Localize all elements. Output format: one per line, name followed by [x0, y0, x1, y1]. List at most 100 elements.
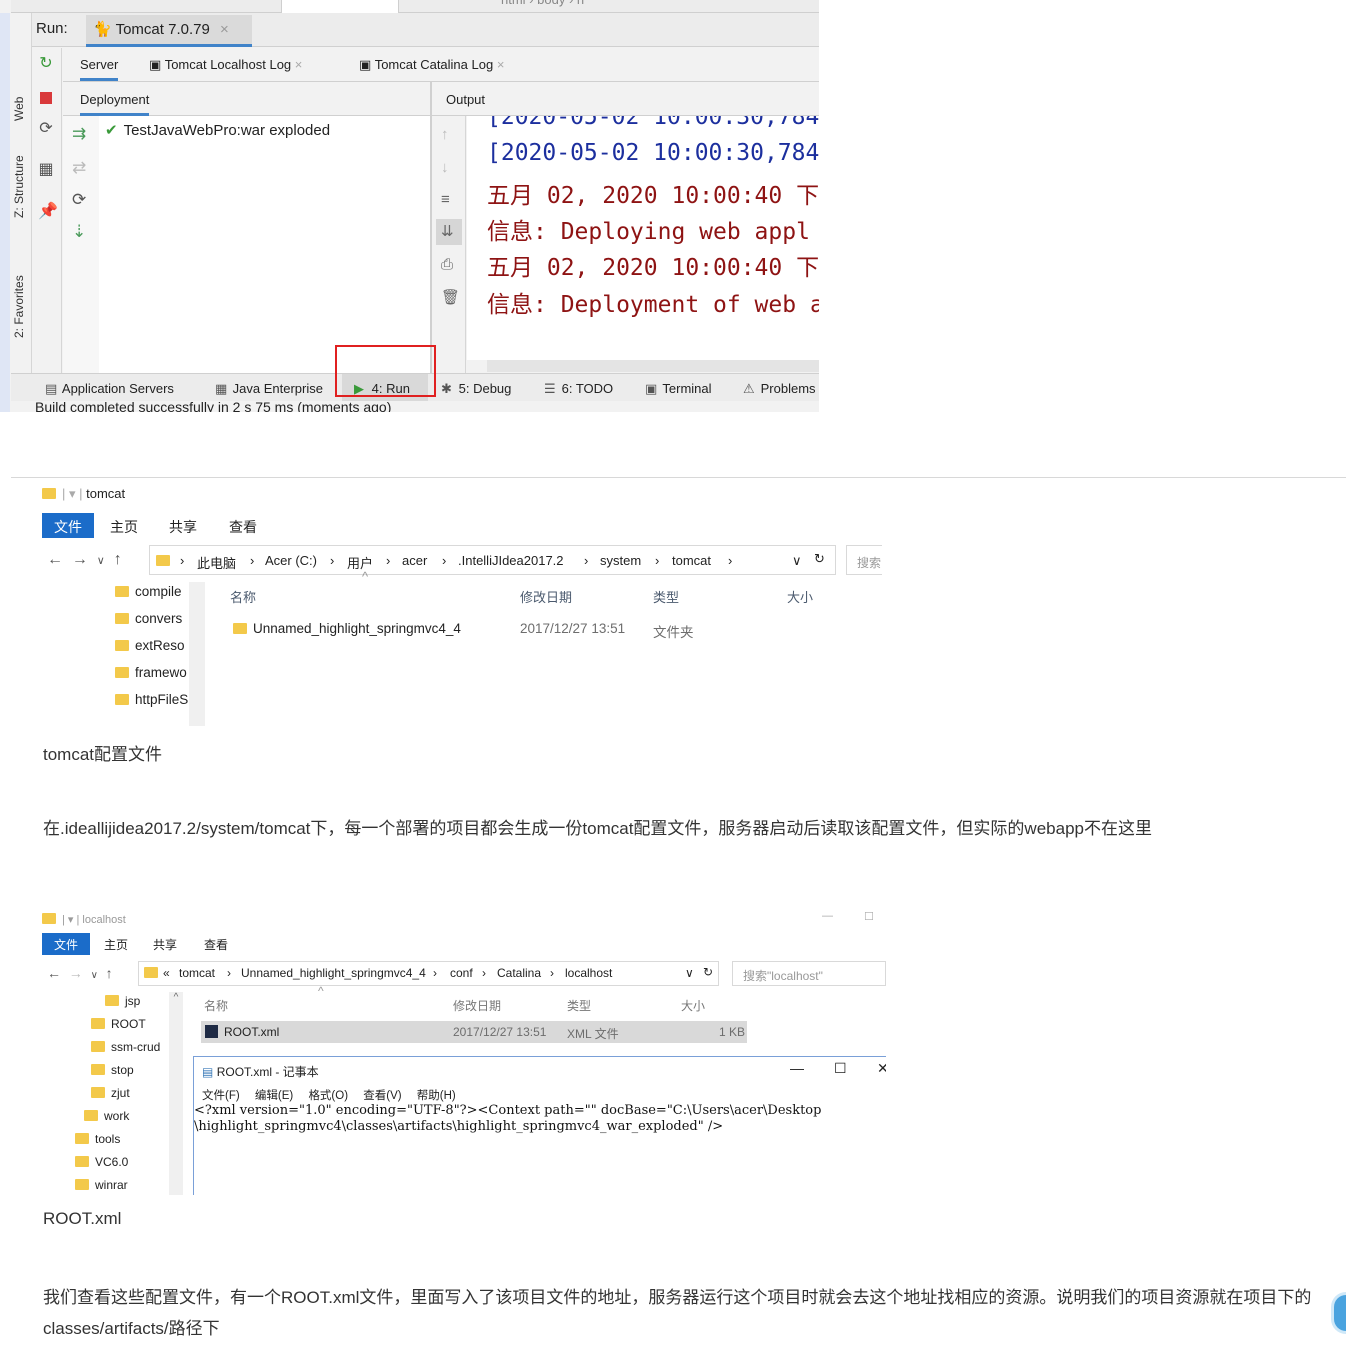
up-icon[interactable]: ↑ [114, 551, 122, 568]
arrow-up-icon[interactable]: ↑ [441, 126, 449, 143]
menu-edit[interactable]: 编辑(E) [255, 1090, 293, 1102]
column-type[interactable]: 类型 [653, 587, 679, 606]
close-icon[interactable]: × [295, 57, 303, 72]
tree-item[interactable]: jsp [105, 994, 140, 1008]
tab-java-enterprise[interactable]: ▦ Java Enterprise [215, 381, 323, 397]
file-row-name[interactable]: Unnamed_highlight_springmvc4_4 [233, 621, 461, 636]
notepad-text[interactable]: <?xml version="1.0" encoding="UTF-8"?><C… [194, 1103, 821, 1135]
tree-item[interactable]: ssm-crud [91, 1040, 160, 1054]
ribbon-share[interactable]: 共享 [169, 517, 197, 537]
scroll-to-end-icon[interactable]: ⇊ [441, 222, 454, 240]
column-type[interactable]: 类型 [567, 997, 591, 1014]
file-row-name[interactable]: ROOT.xml [205, 1025, 279, 1039]
soft-wrap-icon[interactable]: ≡ [441, 191, 450, 208]
breadcrumb-item[interactable]: html [501, 0, 526, 7]
path-segment[interactable]: 用户 [347, 553, 373, 572]
search-input[interactable]: 搜索"localhost" [732, 961, 886, 986]
forward-icon[interactable]: → [69, 965, 83, 981]
download-icon[interactable]: ⇣ [72, 222, 86, 242]
layout-icon[interactable]: ▦ [38, 162, 54, 178]
tree-item[interactable]: httpFileS [115, 692, 188, 707]
tree-item[interactable]: extReso [115, 638, 185, 653]
column-size[interactable]: 大小 [787, 587, 813, 606]
tree-item[interactable]: stop [91, 1063, 134, 1077]
tree-item[interactable]: convers [115, 611, 182, 626]
tree-item[interactable]: framewo [115, 665, 187, 680]
chevron-down-icon[interactable]: ∨ [792, 553, 802, 569]
tree-item[interactable]: VC6.0 [75, 1155, 128, 1169]
tab-problems[interactable]: ⚠ Problems [743, 381, 816, 397]
tab-server[interactable]: Server [80, 48, 119, 81]
refresh-icon[interactable]: ⟳ [72, 190, 86, 210]
back-icon[interactable]: ← [47, 965, 61, 981]
back-icon[interactable]: ← [47, 551, 63, 568]
stop-icon[interactable] [38, 90, 54, 106]
ribbon-file[interactable]: 文件 [42, 933, 90, 955]
tab-debug[interactable]: ✱ 5: Debug [441, 381, 511, 397]
path-segment[interactable]: Catalina [497, 966, 541, 980]
editor-tab[interactable] [281, 0, 399, 13]
path-segment[interactable]: .IntelliJIdea2017.2 [458, 553, 564, 568]
search-input[interactable]: 搜索 [846, 545, 882, 575]
ribbon-file[interactable]: 文件 [42, 513, 94, 538]
sidebar-web[interactable]: Web [12, 97, 26, 121]
forward-icon[interactable]: → [72, 551, 88, 568]
menu-help[interactable]: 帮助(H) [417, 1090, 456, 1102]
ribbon-view[interactable]: 查看 [229, 517, 257, 537]
path-segment[interactable]: tomcat [672, 553, 711, 568]
minimize-icon[interactable]: — [822, 910, 833, 922]
update-icon[interactable]: ⟳ [38, 121, 54, 137]
path-segment[interactable]: Unnamed_highlight_springmvc4_4 [241, 966, 426, 980]
path-segment[interactable]: tomcat [179, 966, 215, 980]
ribbon-home[interactable]: 主页 [110, 517, 138, 537]
path-segment[interactable]: Acer (C:) [265, 553, 317, 568]
horizontal-scrollbar[interactable] [487, 360, 819, 372]
address-bar[interactable]: « tomcat › Unnamed_highlight_springmvc4_… [138, 961, 719, 986]
tree-item[interactable]: ROOT [91, 1017, 146, 1031]
deploy-icon[interactable]: ⇉ [72, 124, 86, 144]
tree-item[interactable]: winrar [75, 1178, 128, 1192]
maximize-icon[interactable]: ☐ [864, 910, 874, 923]
minimize-icon[interactable]: — [790, 1060, 804, 1076]
tab-catalina-log[interactable]: ▣ Tomcat Catalina Log × [359, 57, 504, 73]
maximize-icon[interactable]: ☐ [834, 1060, 847, 1077]
tab-application-servers[interactable]: ▤ Application Servers [45, 381, 174, 397]
floating-action-button[interactable] [1334, 1295, 1346, 1331]
tree-item[interactable]: tools [75, 1132, 120, 1146]
chevron-down-icon[interactable]: ∨ [685, 966, 694, 980]
undeploy-icon[interactable]: ⇄ [72, 158, 86, 178]
close-icon[interactable]: × [497, 57, 505, 72]
column-date[interactable]: 修改日期 [520, 587, 572, 606]
rerun-icon[interactable]: ↻ [38, 56, 54, 72]
tree-item[interactable]: work [84, 1109, 129, 1123]
breadcrumb-item[interactable]: body [537, 0, 565, 7]
menu-format[interactable]: 格式(O) [308, 1090, 348, 1102]
menu-file[interactable]: 文件(F) [202, 1090, 240, 1102]
column-name[interactable]: 名称 [230, 587, 256, 606]
tree-scrollbar[interactable]: ^ [169, 992, 183, 1195]
up-icon[interactable]: ↑ [106, 965, 113, 981]
address-bar[interactable]: › 此电脑 › Acer (C:) › 用户 › acer › .Intelli… [149, 545, 836, 575]
column-size[interactable]: 大小 [681, 997, 705, 1014]
print-icon[interactable]: ⎙ [441, 256, 453, 273]
menu-view[interactable]: 查看(V) [363, 1090, 401, 1102]
ribbon-share[interactable]: 共享 [153, 936, 177, 953]
column-date[interactable]: 修改日期 [453, 997, 501, 1014]
ribbon-view[interactable]: 查看 [204, 936, 228, 953]
column-name[interactable]: 名称 [204, 997, 228, 1014]
sidebar-structure[interactable]: Z: Structure [12, 155, 26, 218]
chevron-down-icon[interactable]: ∨ [97, 555, 105, 567]
chevron-down-icon[interactable]: ∨ [91, 970, 98, 981]
close-icon[interactable]: × [220, 21, 229, 38]
path-segment[interactable]: conf [450, 966, 473, 980]
tab-localhost-log[interactable]: ▣ Tomcat Localhost Log × [149, 57, 302, 73]
run-config-tab[interactable]: 🐈 Tomcat 7.0.79 × [86, 15, 252, 47]
console-output[interactable]: [2020-05-02 10:00:30,784 [2020-05-02 10:… [467, 116, 819, 360]
trash-icon[interactable]: 🗑 [441, 288, 460, 306]
refresh-icon[interactable]: ↻ [703, 965, 713, 979]
tree-item[interactable]: compile [115, 584, 182, 599]
close-icon[interactable]: ✕ [877, 1060, 886, 1077]
breadcrumb-item[interactable]: h [577, 0, 584, 7]
deployment-item[interactable]: ✔ TestJavaWebPro:war exploded [105, 121, 330, 139]
path-segment[interactable]: acer [402, 553, 427, 568]
